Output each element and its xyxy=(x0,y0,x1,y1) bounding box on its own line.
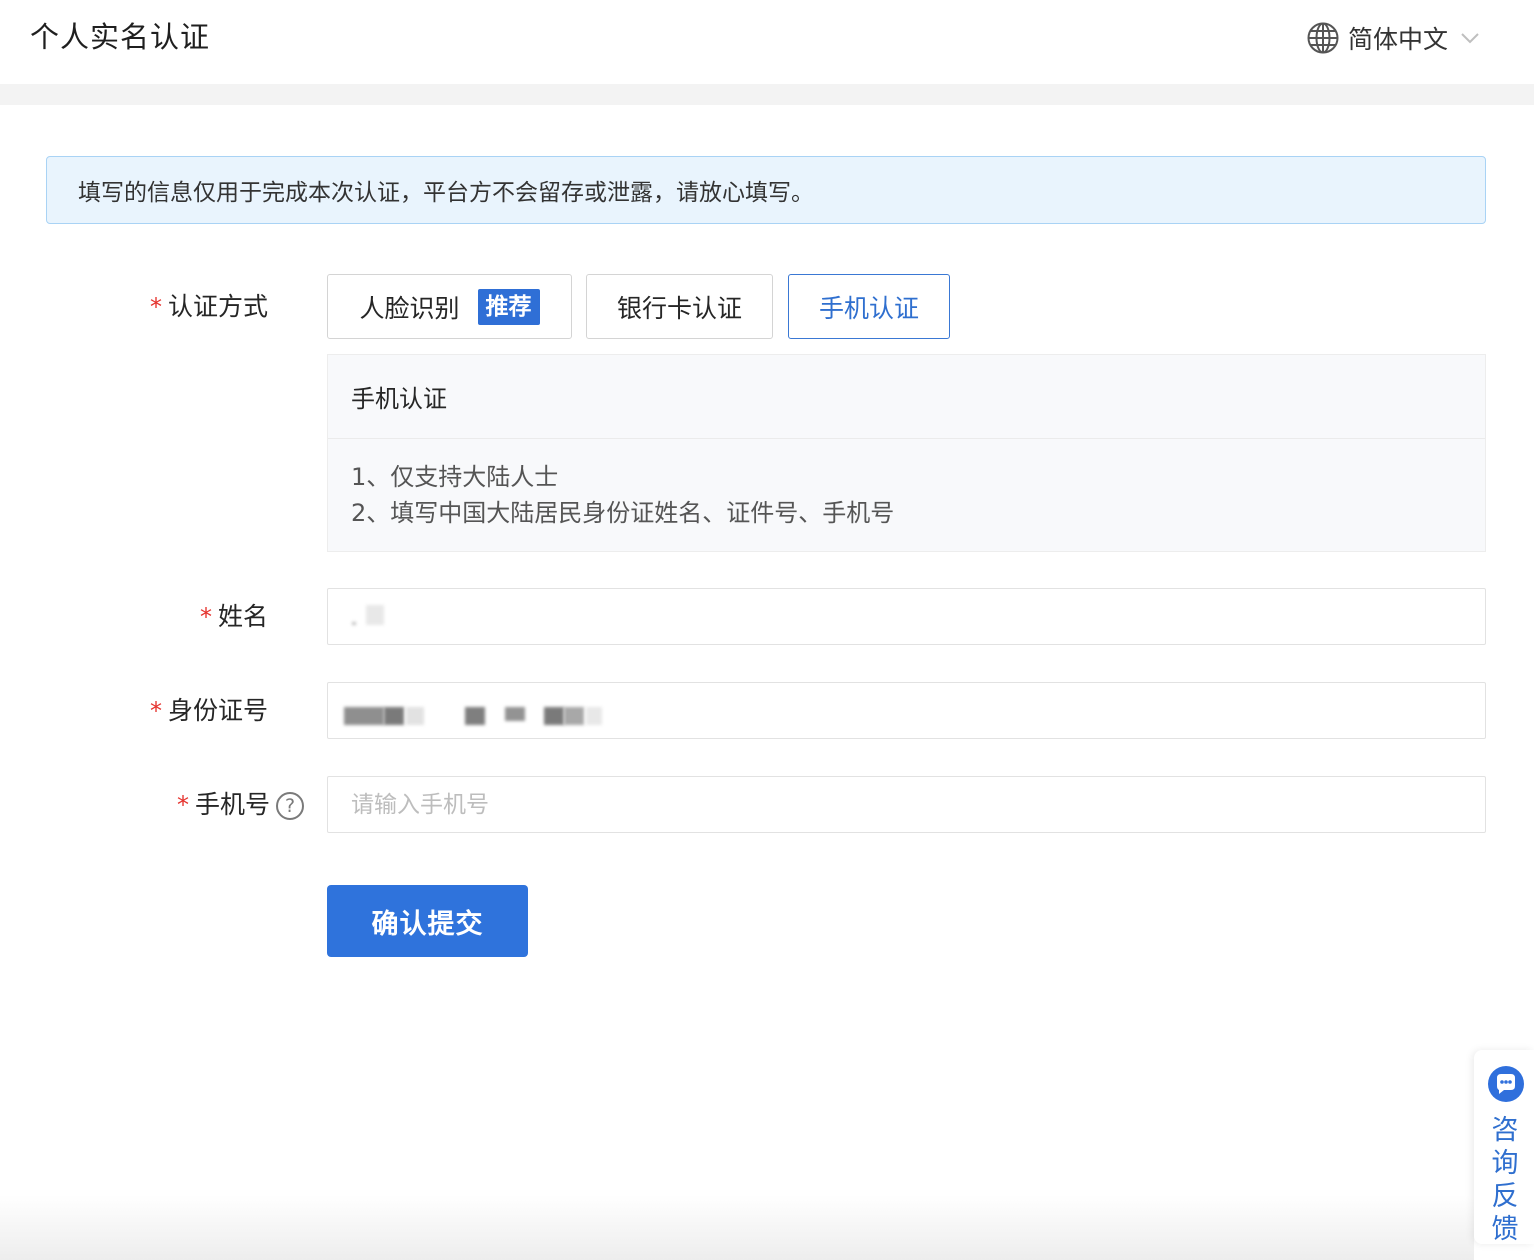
id-number-input[interactable] xyxy=(328,683,1485,738)
name-label: * 姓名 xyxy=(199,602,268,631)
bottom-shade xyxy=(0,1195,1474,1260)
chevron-down-icon xyxy=(1461,33,1479,44)
language-switcher[interactable]: 简体中文 xyxy=(1306,20,1480,56)
chat-bubble-icon xyxy=(1488,1066,1524,1102)
panel-line: 2、填写中国大陆居民身份证姓名、证件号、手机号 xyxy=(351,499,895,527)
redacted-text xyxy=(544,707,564,725)
phone-label: * 手机号? xyxy=(177,787,304,823)
required-mark: * xyxy=(149,697,162,725)
method-bank-card[interactable]: 银行卡认证 xyxy=(586,274,773,339)
info-notice: 填写的信息仅用于完成本次认证，平台方不会留存或泄露，请放心填写。 xyxy=(46,156,1486,224)
method-face-recognition[interactable]: 人脸识别 推荐 xyxy=(327,274,572,339)
method-description-panel: 手机认证 1、仅支持大陆人士 2、填写中国大陆居民身份证姓名、证件号、手机号 xyxy=(327,354,1486,552)
notice-text: 填写的信息仅用于完成本次认证，平台方不会留存或泄露，请放心填写。 xyxy=(78,180,814,206)
required-mark: * xyxy=(199,603,212,631)
phone-input[interactable] xyxy=(328,777,1485,832)
panel-body: 1、仅支持大陆人士 2、填写中国大陆居民身份证姓名、证件号、手机号 xyxy=(328,439,1485,531)
globe-icon xyxy=(1307,22,1339,54)
redacted-text xyxy=(465,707,485,725)
method-label: * 认证方式 xyxy=(149,292,268,321)
name-field[interactable] xyxy=(327,588,1486,645)
help-icon[interactable]: ? xyxy=(276,792,304,820)
method-phone[interactable]: 手机认证 xyxy=(788,274,950,339)
method-phone-label: 手机认证 xyxy=(818,293,919,323)
redacted-text xyxy=(406,707,424,725)
method-bank-label: 银行卡认证 xyxy=(616,293,742,323)
feedback-label: 咨询反馈 xyxy=(1491,1115,1519,1245)
name-input[interactable] xyxy=(328,589,1485,644)
page-title: 个人实名认证 xyxy=(30,20,211,54)
redacted-text xyxy=(352,622,356,625)
panel-line: 1、仅支持大陆人士 xyxy=(351,463,559,491)
redacted-text xyxy=(564,707,584,725)
recommended-badge: 推荐 xyxy=(477,288,540,325)
header-divider xyxy=(0,84,1534,105)
redacted-text xyxy=(366,605,384,625)
redacted-text xyxy=(344,707,384,725)
id-number-field[interactable] xyxy=(327,682,1486,739)
redacted-text xyxy=(586,707,602,725)
required-mark: * xyxy=(149,293,162,321)
redacted-text xyxy=(384,707,404,725)
feedback-widget[interactable]: 咨询反馈 xyxy=(1474,1050,1534,1245)
header: 个人实名认证 简体中文 xyxy=(0,0,1534,84)
required-mark: * xyxy=(176,791,189,819)
panel-title: 手机认证 xyxy=(328,355,1485,439)
phone-field[interactable] xyxy=(327,776,1486,833)
redacted-text xyxy=(505,707,525,721)
id-number-label: * 身份证号 xyxy=(149,696,268,725)
submit-button[interactable]: 确认提交 xyxy=(327,885,528,957)
language-label: 简体中文 xyxy=(1348,25,1449,54)
method-face-label: 人脸识别 xyxy=(359,293,460,323)
